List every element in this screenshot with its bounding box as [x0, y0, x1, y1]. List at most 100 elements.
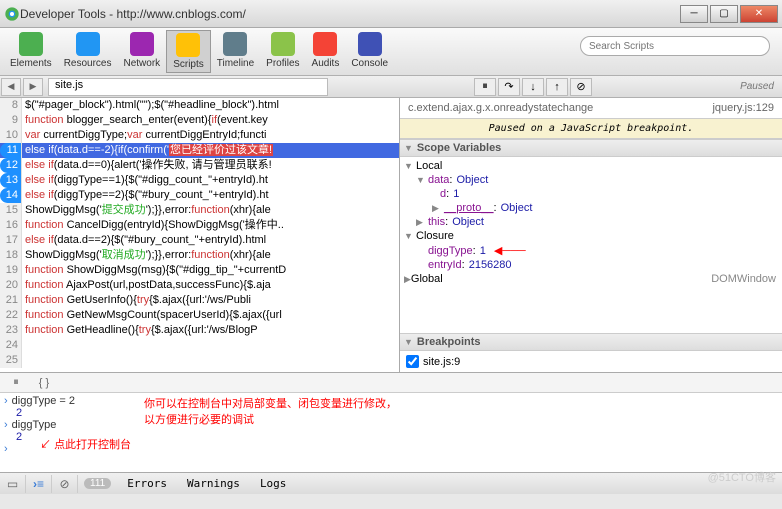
code-line[interactable]: 21function GetUserInfo(){try{$.ajax({url…: [0, 293, 399, 308]
show-console-button[interactable]: ›≡: [26, 475, 52, 493]
annotation-text: 你可以在控制台中对局部变量、闭包变量进行修改， 以方便进行必要的调试: [144, 395, 397, 455]
warnings-filter[interactable]: Warnings: [187, 477, 240, 490]
status-bar: ▭ ›≡ ⊘ 111 Errors Warnings Logs: [0, 472, 782, 494]
stack-location: jquery.js:129: [712, 102, 774, 114]
annotation-arrow-down-icon: ↙ 点此打开控制台: [40, 436, 131, 452]
tab-timeline[interactable]: Timeline: [211, 30, 260, 73]
console-icon: [358, 32, 382, 56]
tab-elements[interactable]: Elements: [4, 30, 58, 73]
chrome-icon: [4, 6, 20, 22]
close-button[interactable]: ✕: [740, 5, 778, 23]
scope-this[interactable]: ▶this:Object: [400, 215, 782, 229]
dock-button[interactable]: ▭: [0, 475, 26, 493]
main-toolbar: ElementsResourcesNetworkScriptsTimelineP…: [0, 28, 782, 76]
code-panel[interactable]: 8$("#pager_block").html("");$("#headline…: [0, 98, 400, 372]
code-line[interactable]: 20function AjaxPost(url,postData,success…: [0, 278, 399, 293]
code-line[interactable]: 11else if(data.d==-2){if(confirm('您已经评价过…: [0, 143, 399, 158]
deactivate-breakpoints-button[interactable]: ⊘: [570, 78, 592, 96]
line-number[interactable]: 10: [0, 128, 22, 143]
tab-resources[interactable]: Resources: [58, 30, 118, 73]
scope-data[interactable]: ▼data:Object: [400, 173, 782, 187]
step-over-button[interactable]: ↷: [498, 78, 520, 96]
errors-filter[interactable]: Errors: [127, 477, 167, 490]
line-number[interactable]: 11: [0, 143, 22, 158]
file-selector[interactable]: site.js: [48, 78, 328, 96]
resources-icon: [76, 32, 100, 56]
nav-forward-button[interactable]: ▶: [23, 78, 43, 96]
logs-filter[interactable]: Logs: [260, 477, 287, 490]
code-line[interactable]: 24: [0, 338, 399, 353]
code-line[interactable]: 14else if(diggType==2){$("#bury_count_"+…: [0, 188, 399, 203]
pause-icon[interactable]: ⏸: [4, 375, 28, 391]
code-line[interactable]: 15ShowDiggMsg('提交成功');}},error:function(…: [0, 203, 399, 218]
console-panel: ⏸ { } ›diggType = 2 2 ›diggType 2 › 你可以在…: [0, 372, 782, 472]
scope-closure[interactable]: ▼Closure: [400, 229, 782, 243]
line-number[interactable]: 14: [0, 188, 22, 203]
stack-frame: c.extend.ajax.g.x.onreadystatechange: [408, 102, 593, 114]
code-line[interactable]: 17else if(data.d==2){$("#bury_count_"+en…: [0, 233, 399, 248]
tab-scripts[interactable]: Scripts: [166, 30, 211, 73]
clear-button[interactable]: ⊘: [52, 475, 78, 493]
breakpoints-header[interactable]: Breakpoints: [400, 333, 782, 351]
scripts-icon: [176, 33, 200, 57]
step-out-button[interactable]: ↑: [546, 78, 568, 96]
line-number[interactable]: 18: [0, 248, 22, 263]
line-number[interactable]: 8: [0, 98, 22, 113]
call-stack[interactable]: c.extend.ajax.g.x.onreadystatechange jqu…: [400, 98, 782, 119]
code-line[interactable]: 13else if(diggType==1){$("#digg_count_"+…: [0, 173, 399, 188]
tab-audits[interactable]: Audits: [306, 30, 346, 73]
code-line[interactable]: 25: [0, 353, 399, 368]
watermark: @51CTO博客: [708, 469, 776, 485]
paused-label: Paused: [740, 81, 774, 92]
code-line[interactable]: 16function CancelDigg(entryId){ShowDiggM…: [0, 218, 399, 233]
breakpoint-item[interactable]: site.js:9: [402, 353, 780, 370]
minimize-button[interactable]: ─: [680, 5, 708, 23]
scope-global[interactable]: ▶GlobalDOMWindow: [400, 272, 782, 286]
line-number[interactable]: 20: [0, 278, 22, 293]
line-number[interactable]: 23: [0, 323, 22, 338]
code-line[interactable]: 12else if(data.d==0){alert('操作失败, 请与管理员联…: [0, 158, 399, 173]
line-number[interactable]: 19: [0, 263, 22, 278]
code-line[interactable]: 18ShowDiggMsg('取消成功');}},error:function(…: [0, 248, 399, 263]
line-number[interactable]: 21: [0, 293, 22, 308]
code-line[interactable]: 10var currentDiggType;var currentDiggEnt…: [0, 128, 399, 143]
scope-local[interactable]: ▼Local: [400, 159, 782, 173]
line-number[interactable]: 25: [0, 353, 22, 368]
line-number[interactable]: 12: [0, 158, 22, 173]
search-box: [580, 36, 770, 56]
pause-button[interactable]: ⏸: [474, 78, 496, 96]
line-number[interactable]: 24: [0, 338, 22, 353]
scope-diggtype[interactable]: diggType:1◀───: [400, 243, 782, 258]
search-input[interactable]: [580, 36, 770, 56]
breakpoint-message: Paused on a JavaScript breakpoint.: [400, 119, 782, 139]
braces-icon[interactable]: { }: [32, 375, 56, 391]
code-line[interactable]: 19function ShowDiggMsg(msg){$("#digg_tip…: [0, 263, 399, 278]
code-line[interactable]: 8$("#pager_block").html("");$("#headline…: [0, 98, 399, 113]
scope-entryid[interactable]: entryId:2156280: [400, 258, 782, 272]
code-line[interactable]: 9function blogger_search_enter(event){if…: [0, 113, 399, 128]
line-number[interactable]: 9: [0, 113, 22, 128]
timeline-icon: [223, 32, 247, 56]
tab-network[interactable]: Network: [118, 30, 167, 73]
elements-icon: [19, 32, 43, 56]
tab-console[interactable]: Console: [345, 30, 394, 73]
audits-icon: [313, 32, 337, 56]
line-number[interactable]: 15: [0, 203, 22, 218]
maximize-button[interactable]: ▢: [710, 5, 738, 23]
nav-back-button[interactable]: ◀: [1, 78, 21, 96]
scope-variables-header[interactable]: Scope Variables: [400, 139, 782, 157]
scope-panel: c.extend.ajax.g.x.onreadystatechange jqu…: [400, 98, 782, 372]
line-number[interactable]: 16: [0, 218, 22, 233]
scope-proto[interactable]: ▶__proto__:Object: [400, 201, 782, 215]
tab-profiles[interactable]: Profiles: [260, 30, 305, 73]
breakpoint-checkbox[interactable]: [406, 355, 419, 368]
step-into-button[interactable]: ↓: [522, 78, 544, 96]
scope-d[interactable]: d:1: [400, 187, 782, 201]
code-line[interactable]: 22function GetNewMsgCount(spacerUserId){…: [0, 308, 399, 323]
line-number[interactable]: 13: [0, 173, 22, 188]
message-count[interactable]: 111: [84, 478, 111, 489]
line-number[interactable]: 22: [0, 308, 22, 323]
code-line[interactable]: 23function GetHeadline(){try{$.ajax({url…: [0, 323, 399, 338]
line-number[interactable]: 17: [0, 233, 22, 248]
profiles-icon: [271, 32, 295, 56]
